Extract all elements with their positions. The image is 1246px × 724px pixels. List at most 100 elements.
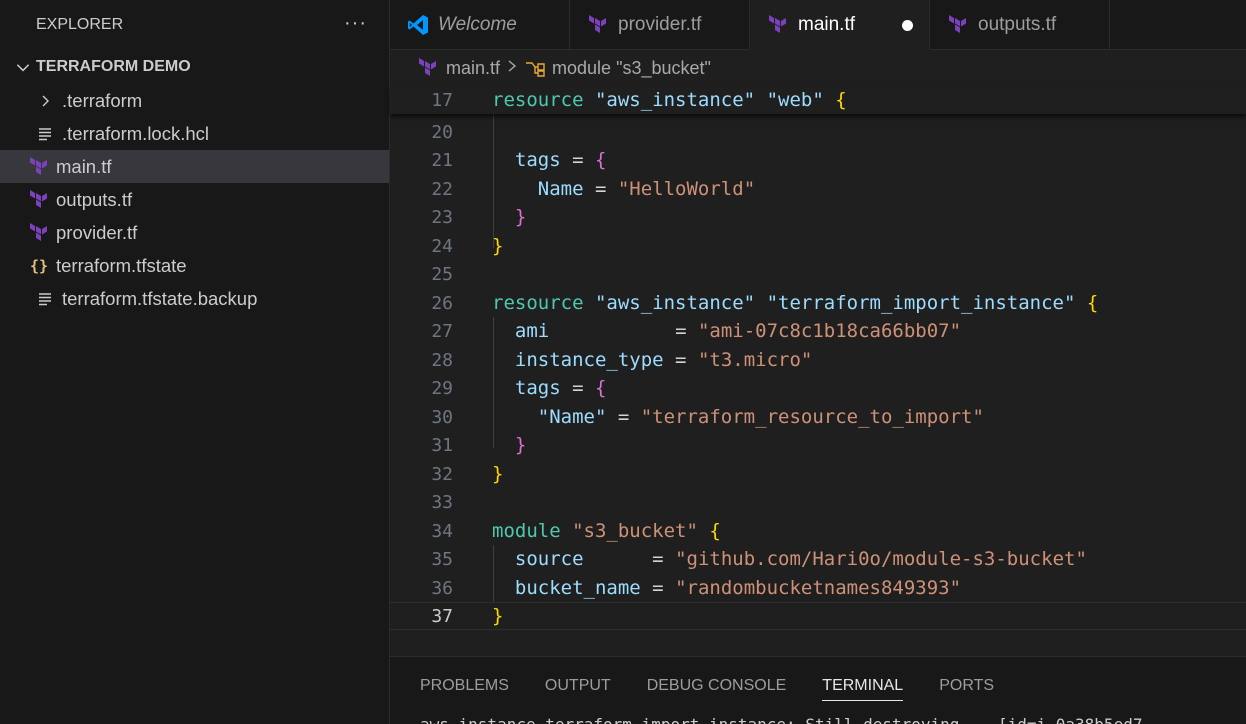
terraform-icon (946, 13, 970, 37)
tree-item-label: .terraform.lock.hcl (62, 122, 210, 144)
code-text: } (514, 434, 527, 456)
code-text: } (514, 206, 527, 228)
panel-tabs: PROBLEMS OUTPUT DEBUG CONSOLE TERMINAL P… (390, 657, 1246, 715)
tab-output[interactable]: OUTPUT (545, 657, 611, 715)
terraform-icon (766, 13, 790, 37)
line-number: 31 (431, 434, 453, 456)
line-number: 36 (431, 577, 453, 599)
line-number: 17 (431, 89, 453, 111)
tab-welcome[interactable]: Welcome (390, 0, 570, 50)
tree-item-label: provider.tf (56, 221, 138, 243)
unsaved-dot-icon[interactable] (902, 20, 913, 31)
tree-item-terraform-folder[interactable]: .terraform (0, 84, 389, 117)
code-text: instance_type = "t3.micro" (514, 349, 813, 371)
code-line[interactable]: 23 } (390, 203, 1246, 231)
code-line[interactable]: 28 instance_type = "t3.micro" (390, 346, 1246, 374)
bottom-panel: PROBLEMS OUTPUT DEBUG CONSOLE TERMINAL P… (390, 656, 1246, 724)
line-number: 25 (431, 263, 453, 285)
line-number: 35 (431, 548, 453, 570)
line-number: 24 (431, 235, 453, 257)
line-number: 34 (431, 520, 453, 542)
breadcrumb: main.tf module "s3_bucket" (390, 50, 1246, 86)
code-line[interactable]: 26 resource "aws_instance" "terraform_im… (390, 289, 1246, 317)
line-number: 26 (431, 292, 453, 314)
vscode-icon (406, 13, 430, 37)
line-number: 30 (431, 406, 453, 428)
code-line[interactable]: 22 Name = "HelloWorld" (390, 175, 1246, 203)
line-number: 22 (431, 178, 453, 200)
line-number: 21 (431, 149, 453, 171)
tab-provider-tf[interactable]: provider.tf (570, 0, 750, 50)
tree-item-tfstate[interactable]: {} terraform.tfstate (0, 249, 389, 282)
code-line[interactable]: 27 ami = "ami-07c8c1b18ca66bb07" (390, 317, 1246, 345)
sticky-scroll-line[interactable]: 17 resource "aws_instance" "web" { (390, 86, 1246, 114)
tab-label: provider.tf (618, 14, 702, 35)
tab-main-tf[interactable]: main.tf (750, 0, 930, 50)
code-text: module "s3_bucket" { (492, 520, 721, 542)
code-text: resource "aws_instance" "terraform_impor… (492, 292, 1099, 314)
chevron-right-icon (34, 90, 56, 112)
line-number: 23 (431, 206, 453, 228)
terraform-icon (28, 156, 50, 178)
code-line[interactable]: 35 source = "github.com/Hari0o/module-s3… (390, 545, 1246, 573)
breadcrumb-symbol[interactable]: module "s3_bucket" (552, 58, 711, 79)
explorer-header: EXPLORER ··· (0, 0, 389, 50)
code-text: tags = { (514, 377, 607, 399)
lines-icon (34, 123, 56, 145)
explorer-title: EXPLORER (36, 16, 124, 33)
code-line[interactable]: 20 (390, 118, 1246, 146)
tree-item-label: terraform.tfstate.backup (62, 287, 258, 309)
terminal-output[interactable]: aws_instance.terraform_import_instance: … (420, 715, 1142, 724)
line-number: 37 (431, 605, 453, 627)
code-line[interactable]: 29 tags = { (390, 374, 1246, 402)
line-number: 33 (431, 491, 453, 513)
tree-item-label: outputs.tf (56, 188, 133, 210)
code-text: ami = "ami-07c8c1b18ca66bb07" (514, 320, 962, 342)
chevron-right-icon (506, 59, 518, 78)
tree-item-label: terraform.tfstate (56, 254, 187, 276)
tab-label: Welcome (438, 14, 517, 35)
code-text: Name = "HelloWorld" (537, 178, 756, 200)
code-line[interactable]: 21 tags = { (390, 146, 1246, 174)
tree-item-provider-tf[interactable]: provider.tf (0, 216, 389, 249)
tree-item-main-tf[interactable]: main.tf (0, 150, 389, 183)
code-editor[interactable]: 17 resource "aws_instance" "web" { 20 21… (390, 86, 1246, 656)
module-symbol-icon (524, 57, 546, 79)
code-text: bucket_name = "randombucketnames849393" (514, 577, 962, 599)
code-line[interactable]: 31 } (390, 431, 1246, 459)
code-line[interactable]: 36 bucket_name = "randombucketnames84939… (390, 574, 1246, 602)
line-number: 28 (431, 349, 453, 371)
breadcrumb-file[interactable]: main.tf (446, 58, 500, 79)
tab-ports[interactable]: PORTS (939, 657, 994, 715)
json-braces-icon: {} (29, 256, 49, 275)
line-number: 20 (431, 121, 453, 143)
more-actions-icon[interactable]: ··· (344, 12, 367, 35)
terraform-icon (28, 222, 50, 244)
code-text: resource "aws_instance" "web" { (492, 89, 847, 111)
workspace-title: TERRAFORM DEMO (36, 58, 191, 75)
code-line[interactable]: 34 module "s3_bucket" { (390, 517, 1246, 545)
lines-icon (34, 288, 56, 310)
line-number: 32 (431, 463, 453, 485)
current-code-line[interactable]: 37 } (390, 602, 1246, 630)
code-text: "Name" = "terraform_resource_to_import" (537, 406, 984, 428)
tree-item-label: main.tf (56, 155, 112, 177)
tab-outputs-tf[interactable]: outputs.tf (930, 0, 1110, 50)
tab-label: outputs.tf (978, 14, 1057, 35)
code-line[interactable]: 32 } (390, 460, 1246, 488)
code-line[interactable]: 30 "Name" = "terraform_resource_to_impor… (390, 403, 1246, 431)
tree-item-tfstate-backup[interactable]: terraform.tfstate.backup (0, 282, 389, 315)
tree-item-outputs-tf[interactable]: outputs.tf (0, 183, 389, 216)
tab-terminal[interactable]: TERMINAL (822, 657, 903, 715)
tree-item-lock-hcl[interactable]: .terraform.lock.hcl (0, 117, 389, 150)
code-text: } (492, 605, 504, 627)
chevron-down-icon (16, 64, 30, 72)
code-line[interactable]: 33 (390, 488, 1246, 516)
tab-problems[interactable]: PROBLEMS (420, 657, 509, 715)
code-line[interactable]: 25 (390, 260, 1246, 288)
code-line[interactable]: 24 } (390, 232, 1246, 260)
line-number: 29 (431, 377, 453, 399)
workspace-section[interactable]: TERRAFORM DEMO (0, 50, 389, 84)
tab-debug-console[interactable]: DEBUG CONSOLE (647, 657, 787, 715)
terraform-icon (586, 13, 610, 37)
